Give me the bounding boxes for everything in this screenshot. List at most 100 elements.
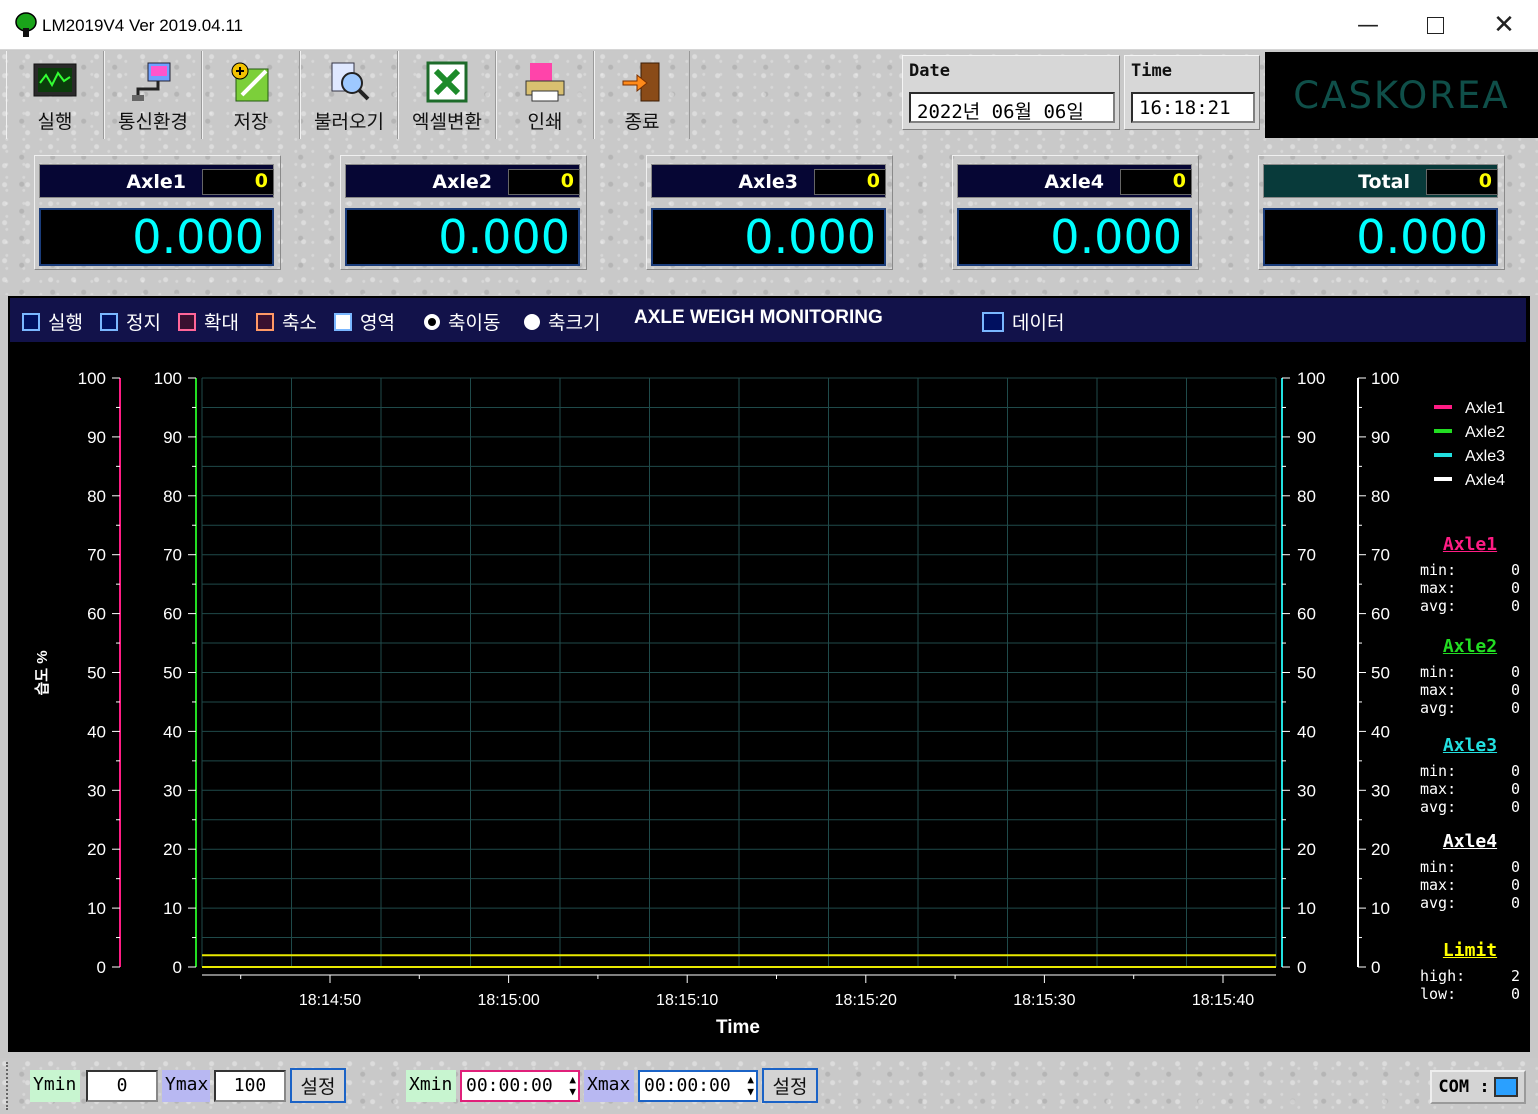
y-axis-label: 습도 %	[34, 650, 51, 695]
chart-grid	[201, 377, 1277, 968]
y-tick-label: 80	[87, 487, 106, 506]
axle2-stats: Axle2 min: 0 max: 0 avg: 0	[1420, 636, 1520, 717]
xmax-value: 00:00:00	[644, 1075, 731, 1096]
set-y-button[interactable]: 설정	[290, 1068, 346, 1103]
legend-label: Axle4	[1465, 472, 1505, 489]
axle1-max-label: max:	[1420, 579, 1457, 597]
y-tick-label: 20	[1371, 840, 1390, 859]
axle2-avg-label: avg:	[1420, 699, 1457, 717]
y-tick-label: 40	[163, 722, 182, 741]
y-tick-label: 10	[163, 899, 182, 918]
grip-handle[interactable]	[6, 1062, 16, 1110]
y-tick-label: 50	[1297, 664, 1316, 683]
y-tick-label: 0	[1371, 958, 1380, 977]
y-tick-label: 40	[1297, 722, 1316, 741]
y-tick-label: 100	[154, 369, 182, 388]
axle3-stats-title: Axle3	[1442, 735, 1498, 756]
axle2-min-label: min:	[1420, 663, 1457, 681]
xmin-value: 00:00:00	[466, 1075, 553, 1096]
x-tick-label: 18:15:00	[477, 992, 539, 1009]
limit-stats: Limit high: 2 low: 0	[1420, 940, 1520, 1003]
x-axis-label: Time	[716, 1017, 760, 1038]
limit-high-value: 2	[1510, 967, 1520, 985]
chart-legend: Axle1 Axle2 Axle3 Axle4	[1434, 400, 1505, 489]
y-tick-label: 50	[87, 664, 106, 683]
monitoring-chart: 0102030405060708090100010203040506070809…	[34, 369, 1505, 1038]
y-tick-label: 20	[163, 840, 182, 859]
xmax-input[interactable]: 00:00:00 ▲ ▼	[638, 1070, 758, 1102]
axle3-avg-value: 0	[1510, 798, 1520, 816]
y-tick-label: 10	[1371, 899, 1390, 918]
y-tick-label: 0	[173, 958, 182, 977]
limit-high-label: high:	[1420, 967, 1466, 985]
xmin-input[interactable]: 00:00:00 ▲ ▼	[460, 1070, 580, 1102]
x-tick-label: 18:15:10	[656, 992, 718, 1009]
y-tick-label: 0	[1297, 958, 1306, 977]
xmin-label: Xmin	[406, 1070, 456, 1102]
ymin-input[interactable]: 0	[86, 1070, 158, 1102]
y-tick-label: 70	[163, 546, 182, 565]
y-tick-label: 60	[163, 605, 182, 624]
axle4-max-label: max:	[1420, 876, 1457, 894]
y-tick-label: 100	[1371, 369, 1399, 388]
limit-stats-title: Limit	[1442, 940, 1498, 961]
y-tick-label: 70	[1371, 546, 1390, 565]
y-tick-label: 80	[1297, 487, 1316, 506]
axle2-max-label: max:	[1420, 681, 1457, 699]
bottom-bar: Ymin 0 Ymax 100 설정 Xmin 00:00:00 ▲ ▼ Xmax…	[0, 1058, 1538, 1114]
y-tick-label: 60	[1297, 605, 1316, 624]
xmax-label: Xmax	[584, 1070, 634, 1102]
axle1-stats: Axle1 min: 0 max: 0 avg: 0	[1420, 534, 1520, 615]
com-status[interactable]: COM :	[1430, 1070, 1526, 1104]
y-tick-label: 90	[1297, 428, 1316, 447]
legend-label: Axle3	[1465, 448, 1505, 465]
axle1-min-value: 0	[1510, 561, 1520, 579]
x-tick-label: 18:15:30	[1013, 992, 1075, 1009]
y-tick-label: 30	[163, 781, 182, 800]
xmin-spin-icon[interactable]: ▲ ▼	[569, 1074, 576, 1098]
axle3-stats: Axle3 min: 0 max: 0 avg: 0	[1420, 735, 1520, 816]
axle1-avg-label: avg:	[1420, 597, 1457, 615]
axle3-min-label: min:	[1420, 762, 1457, 780]
ymax-input[interactable]: 100	[214, 1070, 286, 1102]
y-tick-label: 40	[87, 722, 106, 741]
set-x-button[interactable]: 설정	[762, 1068, 818, 1103]
y-tick-label: 50	[163, 664, 182, 683]
y-tick-label: 60	[87, 605, 106, 624]
y-tick-label: 20	[1297, 840, 1316, 859]
com-monitor-icon	[1493, 1077, 1518, 1097]
y-tick-label: 80	[163, 487, 182, 506]
axle1-min-label: min:	[1420, 561, 1457, 579]
axle4-stats: Axle4 min: 0 max: 0 avg: 0	[1420, 831, 1520, 912]
x-tick-label: 18:15:40	[1192, 992, 1254, 1009]
x-tick-label: 18:14:50	[299, 992, 361, 1009]
y-tick-label: 90	[87, 428, 106, 447]
axle2-avg-value: 0	[1510, 699, 1520, 717]
axle1-stats-title: Axle1	[1442, 534, 1498, 555]
y-tick-label: 10	[87, 899, 106, 918]
axle4-avg-value: 0	[1510, 894, 1520, 912]
y-tick-label: 40	[1371, 722, 1390, 741]
y-tick-label: 80	[1371, 487, 1390, 506]
axle1-max-value: 0	[1510, 579, 1520, 597]
y-tick-label: 30	[87, 781, 106, 800]
axle4-max-value: 0	[1510, 876, 1520, 894]
ymax-label: Ymax	[162, 1070, 210, 1102]
y-tick-label: 60	[1371, 605, 1390, 624]
legend-label: Axle1	[1465, 400, 1505, 417]
x-tick-label: 18:15:20	[835, 992, 897, 1009]
axle3-max-label: max:	[1420, 780, 1457, 798]
axle1-avg-value: 0	[1510, 597, 1520, 615]
y-tick-label: 70	[1297, 546, 1316, 565]
axle3-avg-label: avg:	[1420, 798, 1457, 816]
axle4-min-label: min:	[1420, 858, 1457, 876]
xmax-spin-icon[interactable]: ▲ ▼	[747, 1074, 754, 1098]
axle2-stats-title: Axle2	[1442, 636, 1498, 657]
ymin-label: Ymin	[30, 1070, 80, 1102]
y-tick-label: 50	[1371, 664, 1390, 683]
y-tick-label: 90	[163, 428, 182, 447]
limit-low-value: 0	[1510, 985, 1520, 1003]
limit-low-label: low:	[1420, 985, 1457, 1003]
axle3-max-value: 0	[1510, 780, 1520, 798]
com-label: COM :	[1438, 1077, 1490, 1097]
